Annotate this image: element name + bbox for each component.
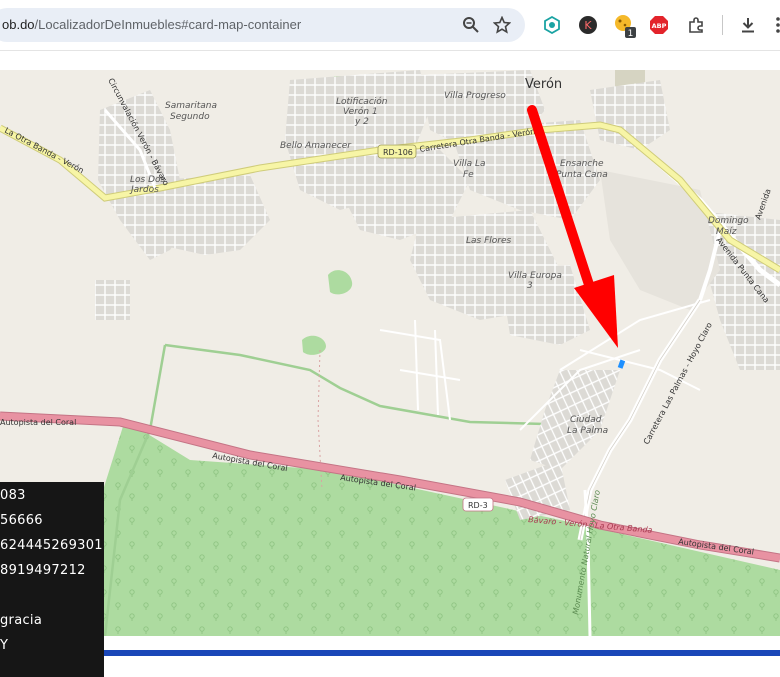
label-la-otra-banda: La Otra Banda - Verón xyxy=(3,125,86,175)
shield-rd106: RD-106 xyxy=(377,144,417,159)
label-samaritana-1: Samaritana xyxy=(165,101,217,111)
extension-k-label: K xyxy=(584,19,592,32)
label-villa-la-fe-1: Villa La xyxy=(453,159,486,169)
label-avenida-short: Avenida xyxy=(753,188,772,221)
label-rd3: RD-3 xyxy=(468,501,488,510)
label-ensanche-1: Ensanche xyxy=(560,159,604,169)
label-veron: Verón xyxy=(525,77,562,92)
panel-line-4: 8919497212 xyxy=(0,563,86,578)
reserve-boundary xyxy=(164,343,561,426)
url-text[interactable]: ob.do/LocalizadorDeInmuebles#card-map-co… xyxy=(2,17,301,32)
zoom-search-icon[interactable] xyxy=(460,14,482,36)
label-villa-europa-1: Villa Europa xyxy=(508,271,562,281)
property-marker[interactable] xyxy=(617,359,626,369)
browser-menu-icon[interactable] xyxy=(770,14,780,36)
map-container[interactable]: Verón Villa Progreso Lotificación Verón … xyxy=(0,70,780,636)
label-domingo-1: Domingo xyxy=(708,216,749,226)
address-bar[interactable]: ob.do/LocalizadorDeInmuebles#card-map-co… xyxy=(0,8,525,42)
map-canvas[interactable]: Verón Villa Progreso Lotificación Verón … xyxy=(0,70,780,636)
label-las-flores: Las Flores xyxy=(466,236,512,246)
toolbar-separator xyxy=(722,15,723,35)
panel-line-2: 56666 xyxy=(0,513,43,528)
extensions-puzzle-icon[interactable] xyxy=(685,14,707,36)
adblock-label: ABP xyxy=(652,22,667,30)
small-park-2 xyxy=(302,335,326,355)
label-lotificacion-3: y 2 xyxy=(354,117,369,127)
info-overlay-panel: 083 56666 624445269301 8919497212 gracia… xyxy=(0,482,104,677)
urban-block-west xyxy=(95,280,130,320)
label-villa-la-fe-2: Fe xyxy=(463,170,474,180)
shield-rd3: RD-3 xyxy=(462,497,494,512)
url-host: ob.do xyxy=(2,17,35,32)
extension-k-icon[interactable]: K xyxy=(577,14,599,36)
label-domingo-2: Maíz xyxy=(716,227,737,237)
panel-line-1: 083 xyxy=(0,488,26,503)
url-path: /LocalizadorDeInmuebles#card-map-contain… xyxy=(34,17,302,32)
label-bello-amanecer: Bello Amanecer xyxy=(280,141,352,151)
extension-cookie-icon[interactable]: 1 xyxy=(613,13,637,39)
label-samaritana-2: Segundo xyxy=(170,112,210,122)
label-autopista-1: Autopista del Coral xyxy=(0,418,76,427)
label-las-palmas: Carretera Las Palmas - Hoyo Claro xyxy=(642,321,714,446)
page-bottom xyxy=(0,656,780,677)
label-villa-progreso: Villa Progreso xyxy=(444,91,506,101)
label-lotificacion-1: Lotificación xyxy=(336,96,388,107)
page-bottom-gap xyxy=(0,636,780,650)
label-ciudad-la-palma-1: Ciudad xyxy=(570,415,602,425)
panel-line-6: gracia xyxy=(0,613,43,628)
label-villa-europa-2: 3 xyxy=(527,281,533,291)
panel-line-7: Y xyxy=(0,638,9,653)
extension-gem-icon[interactable] xyxy=(541,14,563,36)
bookmark-star-icon[interactable] xyxy=(491,14,513,36)
adblock-plus-icon[interactable]: ABP xyxy=(648,14,670,36)
label-lotificacion-2: Verón 1 xyxy=(343,106,378,117)
label-rd106: RD-106 xyxy=(383,148,413,157)
panel-line-3: 624445269301 xyxy=(0,538,103,553)
label-ciudad-la-palma-2: La Palma xyxy=(567,426,608,436)
forest-pattern xyxy=(90,420,780,636)
label-ensanche-2: Punta Cana xyxy=(556,170,608,180)
page-top-gap xyxy=(0,51,780,70)
browser-toolbar: ob.do/LocalizadorDeInmuebles#card-map-co… xyxy=(0,0,780,50)
extension-badge: 1 xyxy=(628,29,634,39)
small-park-1 xyxy=(328,270,353,295)
download-icon[interactable] xyxy=(737,14,759,36)
label-los-dos-2: Jardos xyxy=(129,185,159,195)
